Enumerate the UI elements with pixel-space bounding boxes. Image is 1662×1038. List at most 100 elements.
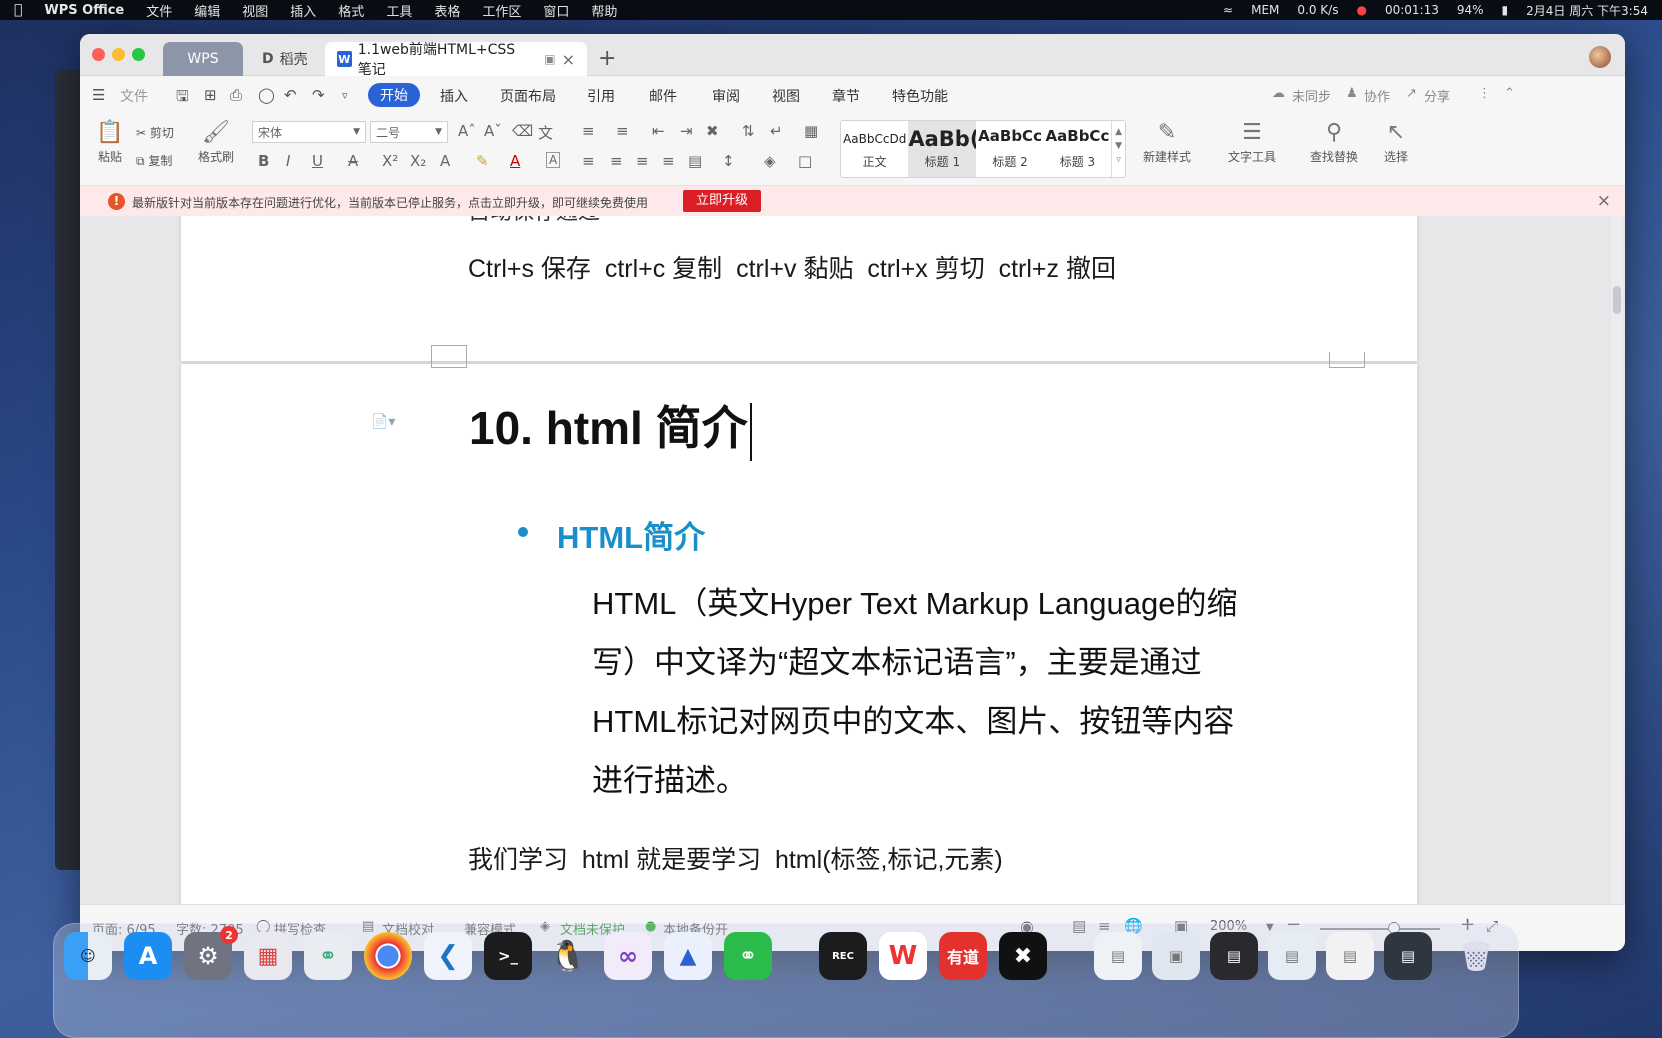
tab-references[interactable]: 引用	[587, 86, 615, 106]
trash-icon[interactable]: 🗑	[1452, 932, 1500, 980]
underline-icon[interactable]: U	[312, 152, 323, 170]
cloud-icon[interactable]: ☁	[1272, 86, 1285, 101]
avatar[interactable]	[1589, 46, 1611, 68]
clear-format-icon[interactable]: ⌫	[512, 122, 533, 140]
heading-2[interactable]: HTML简介	[557, 512, 705, 557]
grow-font-icon[interactable]: Aˆ	[458, 122, 476, 140]
menu-file[interactable]: 文件	[120, 86, 148, 106]
dropdown-icon[interactable]: ▿	[342, 89, 348, 102]
tab-start[interactable]: 开始	[368, 83, 420, 107]
menubar-item-view[interactable]: 视图	[242, 1, 268, 20]
menubar-item-format[interactable]: 格式	[338, 1, 364, 20]
recent-browser-icon[interactable]: ▤	[1268, 932, 1316, 980]
recent-terminal-icon[interactable]: ▤	[1210, 932, 1258, 980]
bold-icon[interactable]: B	[258, 152, 269, 170]
line-spacing-icon[interactable]: ↕	[722, 152, 735, 170]
justify-icon[interactable]: ≡	[662, 152, 675, 170]
record-icon[interactable]: ●	[1356, 3, 1366, 17]
tab-special[interactable]: 特色功能	[892, 86, 948, 106]
char-border-icon[interactable]: A	[546, 152, 561, 168]
youdao-icon[interactable]: 有道	[939, 932, 987, 980]
shading-icon[interactable]: ◈	[764, 152, 776, 170]
menubar-item-insert[interactable]: 插入	[290, 1, 316, 20]
more-icon[interactable]: ⋮	[1478, 86, 1491, 101]
close-window-button[interactable]	[92, 48, 105, 61]
close-tab-icon[interactable]: ×	[562, 50, 575, 69]
style-heading2[interactable]: AaBbCc 标题 2	[976, 121, 1043, 177]
style-heading3[interactable]: AaBbCc 标题 3	[1044, 121, 1111, 177]
launchpad-icon[interactable]: ▦	[244, 932, 292, 980]
recent-document-icon[interactable]: ▤	[1094, 932, 1142, 980]
system-settings-icon[interactable]: ⚙ 2	[184, 926, 238, 980]
tab-review[interactable]: 审阅	[712, 86, 740, 106]
apple-icon[interactable]: 	[14, 2, 22, 18]
visual-studio-icon[interactable]: ∞	[604, 932, 652, 980]
collapse-ribbon-icon[interactable]: ⌃	[1504, 86, 1515, 101]
subscript-icon[interactable]: X₂	[410, 152, 426, 170]
tab-view[interactable]: 视图	[772, 86, 800, 106]
menubar-item-file[interactable]: 文件	[146, 1, 172, 20]
font-select[interactable]: 宋体 ▼	[252, 121, 366, 143]
tab-section[interactable]: 章节	[832, 86, 860, 106]
hamburger-icon[interactable]: ☰	[92, 86, 105, 104]
tab-mail[interactable]: 邮件	[649, 86, 677, 106]
menubar-item-help[interactable]: 帮助	[591, 1, 617, 20]
bullet-list-icon[interactable]: ≡	[582, 122, 595, 140]
new-style-button[interactable]: ✎ 新建样式	[1135, 120, 1199, 165]
menubar-item-window[interactable]: 窗口	[543, 1, 569, 20]
menubar-item-tools[interactable]: 工具	[386, 1, 412, 20]
undo-icon[interactable]: ↶	[284, 86, 297, 104]
sort-icon[interactable]: ⇅	[742, 122, 755, 140]
copy-button[interactable]: ⧉ 复制	[136, 152, 196, 169]
paste-button[interactable]: 📋 粘贴	[90, 120, 130, 165]
select-button[interactable]: ↖ 选择	[1374, 120, 1418, 165]
share-icon[interactable]: ↗	[1406, 86, 1417, 101]
menubar-item-table[interactable]: 表格	[434, 1, 460, 20]
tab-page-layout[interactable]: 页面布局	[500, 86, 556, 106]
size-select[interactable]: 二号 ▼	[370, 121, 448, 143]
chrome-icon[interactable]	[364, 932, 412, 980]
table-icon[interactable]: ▦	[804, 122, 818, 140]
paragraph-marker-icon[interactable]: 📄▾	[371, 414, 395, 430]
scrollbar-thumb[interactable]	[1613, 286, 1621, 314]
heading-1[interactable]: 10. html 简介	[469, 392, 752, 461]
document-page[interactable]: 📄▾ 10. html 简介 HTML简介 HTML（英文Hyper Text …	[181, 352, 1417, 904]
text-effect-icon[interactable]: A	[440, 152, 450, 170]
border-icon[interactable]: □	[798, 152, 812, 170]
vscode-icon[interactable]: ❮	[424, 932, 472, 980]
superscript-icon[interactable]: X²	[382, 152, 398, 170]
datetime[interactable]: 2月4日 周六 下午3:54	[1526, 2, 1648, 19]
body-line[interactable]: 我们学习 html 就是要学习 html(标签,标记,元素)	[468, 840, 1003, 876]
recent-page-icon[interactable]: ▤	[1326, 932, 1374, 980]
menubar-item-edit[interactable]: 编辑	[194, 1, 220, 20]
app-store-icon[interactable]: A	[124, 932, 172, 980]
format-painter-button[interactable]: 🖌 格式刷	[194, 120, 238, 165]
collab-icon[interactable]: ♟	[1346, 86, 1358, 101]
style-normal[interactable]: AaBbCcDd 正文	[841, 121, 908, 177]
outdent-icon[interactable]: ⇤	[652, 122, 665, 140]
redo-icon[interactable]: ↷	[312, 86, 325, 104]
shrink-font-icon[interactable]: Aˇ	[484, 122, 502, 140]
tab-insert[interactable]: 插入	[440, 86, 468, 106]
tab-document[interactable]: W 1.1web前端HTML+CSS笔记 ▣ ×	[325, 42, 587, 78]
terminal-icon[interactable]: >_	[484, 932, 532, 980]
cut-button[interactable]: ✂ 剪切	[136, 124, 196, 141]
phonetic-icon[interactable]: 文	[538, 122, 553, 143]
indent-icon[interactable]: ⇥	[680, 122, 693, 140]
wechat-icon[interactable]: ⚭	[724, 932, 772, 980]
messages-icon[interactable]: ⚭	[304, 932, 352, 980]
style-scroll[interactable]: ▲ ▼ ▿	[1111, 121, 1125, 177]
find-replace-button[interactable]: ⚲ 查找替换	[1302, 120, 1366, 165]
print-icon[interactable]: ⎙	[230, 86, 242, 104]
document-area[interactable]: 自动保存通过 Ctrl+s 保存 ctrl+c 复制 ctrl+v 黏贴 ctr…	[80, 216, 1625, 904]
highlight-icon[interactable]: ✎	[476, 152, 489, 170]
recent-window-icon[interactable]: ▣	[1152, 932, 1200, 980]
qq-icon[interactable]: 🐧	[544, 932, 592, 980]
lark-icon[interactable]: ▲	[664, 932, 712, 980]
recent-editor-icon[interactable]: ▤	[1384, 932, 1432, 980]
upgrade-now-button[interactable]: 立即升级	[683, 190, 761, 212]
distribute-icon[interactable]: ▤	[688, 152, 702, 170]
capcut-icon[interactable]: ✖	[999, 932, 1047, 980]
show-marks-icon[interactable]: ↵	[770, 122, 783, 140]
share-button[interactable]: 分享	[1424, 86, 1450, 105]
